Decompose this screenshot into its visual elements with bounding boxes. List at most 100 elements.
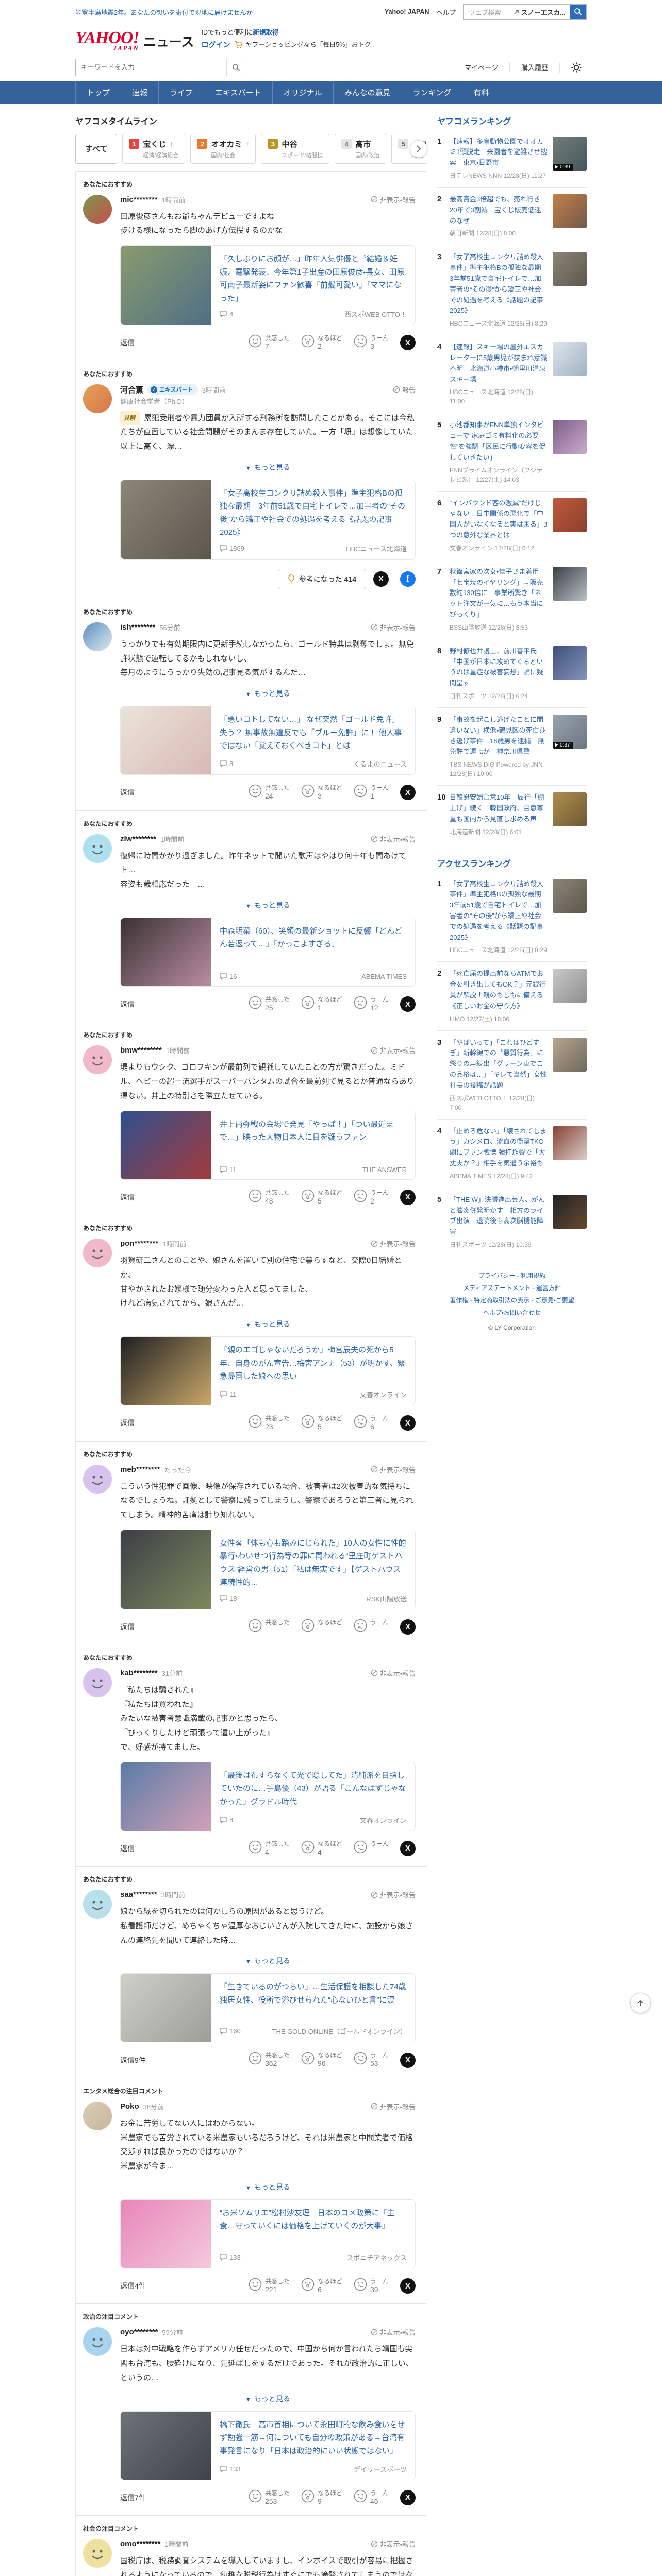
- article-card[interactable]: “お米ソムリエ”松村沙友理 日本のコメ政策に「主食…守っていくには価格を上げてい…: [120, 2199, 416, 2268]
- trending-query[interactable]: スノーエスカ...: [509, 5, 570, 19]
- reply-link[interactable]: 返信7件: [120, 2493, 146, 2503]
- x-share-button[interactable]: X: [400, 2052, 416, 2068]
- article-card[interactable]: 井上尚弥戦の会場で発見「やっぱ！」「つい最近まで…」映った大物日本人に目を疑うフ…: [120, 1110, 416, 1180]
- avatar[interactable]: [83, 1464, 112, 1494]
- yahoo-japan-link[interactable]: Yahoo! JAPAN: [385, 8, 429, 15]
- nav-item[interactable]: 有料: [462, 81, 501, 104]
- reaction-empathy[interactable]: 共感した 4: [249, 1840, 290, 1857]
- reaction-insight[interactable]: なるほど 6: [301, 2278, 342, 2295]
- reply-link[interactable]: 返信: [120, 1192, 135, 1202]
- reply-link[interactable]: 返信: [120, 1622, 135, 1632]
- article-card[interactable]: 「久しぶりにお顔が…」昨年人気俳優と〝結婚＆妊娠〟電撃発表、今年第1子出産の田原…: [120, 245, 416, 326]
- x-share-button[interactable]: X: [400, 1415, 416, 1431]
- username[interactable]: Poko: [120, 2102, 139, 2111]
- username[interactable]: kab********: [120, 1669, 158, 1677]
- x-share-button[interactable]: X: [373, 571, 389, 587]
- article-card[interactable]: 橋下徹氏 高市首相について永田町的な飲み食いをせず勉強一筋→何についても自分の政…: [120, 2411, 416, 2480]
- reaction-hmm[interactable]: うーん 12: [354, 996, 389, 1013]
- article-card[interactable]: 「生きているのがつらい」…生活保護を相談した74歳独居女性、役所で浴びせられた“…: [120, 1973, 416, 2043]
- reaction-hmm[interactable]: うーん: [354, 1619, 389, 1635]
- avatar[interactable]: [83, 2539, 112, 2568]
- hide-report-link[interactable]: 非表示・報告: [371, 1890, 416, 1900]
- topic-chip[interactable]: 2 オオカミ ↑ 国内/社会: [190, 133, 256, 164]
- x-share-button[interactable]: X: [400, 1840, 416, 1856]
- reaction-hmm[interactable]: うーん 3: [354, 334, 389, 351]
- x-share-button[interactable]: X: [400, 2489, 416, 2505]
- nav-item[interactable]: トップ: [75, 81, 121, 104]
- hide-report-link[interactable]: 非表示・報告: [371, 2327, 416, 2337]
- username[interactable]: meb********: [120, 1465, 160, 1474]
- topic-chip[interactable]: 1 宝くじ ↑ 経済/経済総合: [122, 133, 186, 164]
- reaction-insight[interactable]: なるほど 96: [301, 2052, 342, 2069]
- keyword-search-input[interactable]: [76, 63, 226, 72]
- footer-link-line[interactable]: 著作権 - 特定商取引法の表示 - ご意見・ご要望: [450, 1297, 574, 1304]
- username[interactable]: pon********: [120, 1239, 158, 1248]
- avatar[interactable]: [83, 1045, 112, 1075]
- keyword-search-button[interactable]: [226, 59, 245, 76]
- hide-report-link[interactable]: 非表示・報告: [371, 1668, 416, 1678]
- reaction-hmm[interactable]: うーん 6: [354, 1415, 389, 1432]
- ranking-link[interactable]: 小池都知事がFNN単独インタビューで“家庭ゴミ有料化の必要性”を強調「区民に行動…: [450, 420, 548, 463]
- x-share-button[interactable]: X: [400, 785, 416, 801]
- reaction-empathy[interactable]: 共感した 362: [249, 2052, 290, 2069]
- reaction-hmm[interactable]: うーん 53: [354, 2052, 389, 2069]
- helpful-button[interactable]: 参考になった 414: [277, 568, 366, 589]
- avatar[interactable]: [83, 2327, 112, 2357]
- ranking-link[interactable]: 秋篠宮家の次女・佳子さま着用「七宝焼のイヤリング」→販売数約130倍に 事業所驚…: [450, 567, 548, 620]
- reaction-hmm[interactable]: うーん 46: [354, 2489, 389, 2506]
- hide-report-link[interactable]: 非表示・報告: [371, 195, 416, 205]
- hide-report-link[interactable]: 非表示・報告: [371, 1045, 416, 1055]
- avatar[interactable]: [83, 1239, 112, 1268]
- username[interactable]: mic********: [120, 195, 158, 204]
- reaction-insight[interactable]: なるほど: [301, 1619, 342, 1635]
- ranking-link[interactable]: 「THE W」決勝進出芸人、がんと脳炎併発明かす 相方のライブ出演 退院後も高次…: [450, 1195, 548, 1238]
- reaction-insight[interactable]: なるほど 1: [301, 996, 342, 1013]
- reply-link[interactable]: 返信: [120, 1843, 135, 1854]
- reaction-empathy[interactable]: 共感した 48: [249, 1189, 290, 1206]
- avatar[interactable]: [83, 834, 112, 863]
- reaction-hmm[interactable]: うーん 1: [354, 784, 389, 801]
- ranking-link[interactable]: 最高賞金3倍超でも、売れ行き20年で3割減 宝くじ販売低迷のなぜ: [450, 194, 548, 226]
- chip-all[interactable]: すべて: [75, 133, 118, 164]
- article-card[interactable]: 女性客「体も心も踏みにじられた」10人の女性に性的暴行・わいせつ行為等の罪に問わ…: [120, 1529, 416, 1609]
- login-link[interactable]: ログイン: [201, 39, 230, 52]
- username[interactable]: zlw********: [120, 835, 156, 843]
- nav-item[interactable]: エキスパート: [204, 81, 272, 104]
- nav-item[interactable]: ライブ: [158, 81, 204, 104]
- footer-link-line[interactable]: ヘルプ・お問い合わせ: [483, 1309, 541, 1316]
- nav-item[interactable]: オリジナル: [272, 81, 333, 104]
- reaction-insight[interactable]: なるほど 5: [301, 1189, 342, 1206]
- keyword-search-box[interactable]: [75, 58, 245, 76]
- yahoo-news-logo[interactable]: YAHOO! JAPAN ニュース: [75, 29, 194, 52]
- more-button[interactable]: ▼ もっと見る: [120, 2182, 416, 2192]
- ranking-link[interactable]: “インバウンド客の激減”だけじゃない…日中関係の悪化で「中国人がいなくなると実は…: [450, 498, 548, 541]
- reaction-empathy[interactable]: 共感した 221: [249, 2278, 290, 2295]
- page-top-button[interactable]: [630, 1993, 651, 2013]
- avatar[interactable]: [83, 384, 112, 413]
- access-ranking-title[interactable]: アクセスランキング: [437, 857, 587, 869]
- reaction-empathy[interactable]: 共感した 253: [249, 2489, 290, 2506]
- ranking-link[interactable]: 日韓慰安婦合意10年 履行「棚上げ」続く 韓国政府、合意尊重も国内から見直し求め…: [450, 792, 548, 824]
- more-button[interactable]: ▼ もっと見る: [120, 462, 416, 472]
- article-card[interactable]: 「親のエゴじゃないだろうか」梅宮辰夫の死から5年、自身のがん宣告…梅宮アンナ（5…: [120, 1336, 416, 1406]
- username[interactable]: saa********: [120, 1890, 157, 1899]
- ranking-link[interactable]: 野村修也弁護士、前川喜平氏「中国が日本に攻めてくるというのは重症な被害妄想」論に…: [450, 646, 548, 689]
- comment-ranking-title[interactable]: ヤフコメランキング: [437, 114, 587, 127]
- hide-report-link[interactable]: 非表示・報告: [371, 1465, 416, 1475]
- topic-chip[interactable]: 3 中谷 スポーツ/格闘技: [261, 133, 330, 164]
- help-link[interactable]: ヘルプ: [436, 7, 456, 17]
- ranking-link[interactable]: 【速報】多摩動物公園でオオカミ1頭脱走 来園者を避難させ捜索 東京・日野市: [450, 137, 548, 168]
- ranking-link[interactable]: 「女子高校生コンクリ詰め殺人事件」準主犯格Bの孤独な最期 3年前51歳で自宅トイ…: [450, 252, 548, 316]
- reaction-empathy[interactable]: 共感した: [249, 1619, 290, 1635]
- hide-report-link[interactable]: 非表示・報告: [371, 834, 416, 844]
- mypage-link[interactable]: マイページ: [453, 62, 509, 72]
- reaction-empathy[interactable]: 共感した 7: [249, 334, 290, 351]
- reply-link[interactable]: 返信4件: [120, 2281, 146, 2291]
- footer-link-line[interactable]: メディアステートメント - 運営方針: [463, 1284, 561, 1292]
- hide-report-link[interactable]: 非表示・報告: [371, 1239, 416, 1248]
- article-card[interactable]: 「女子高校生コンクリ詰め殺人事件」準主犯格Bの孤独な最期 3年前51歳で自宅トイ…: [120, 479, 416, 560]
- hide-report-link[interactable]: 非表示・報告: [371, 2102, 416, 2111]
- reaction-empathy[interactable]: 共感した 25: [249, 996, 290, 1013]
- more-button[interactable]: ▼ もっと見る: [120, 1319, 416, 1329]
- signup-link[interactable]: 新規取得: [253, 29, 279, 36]
